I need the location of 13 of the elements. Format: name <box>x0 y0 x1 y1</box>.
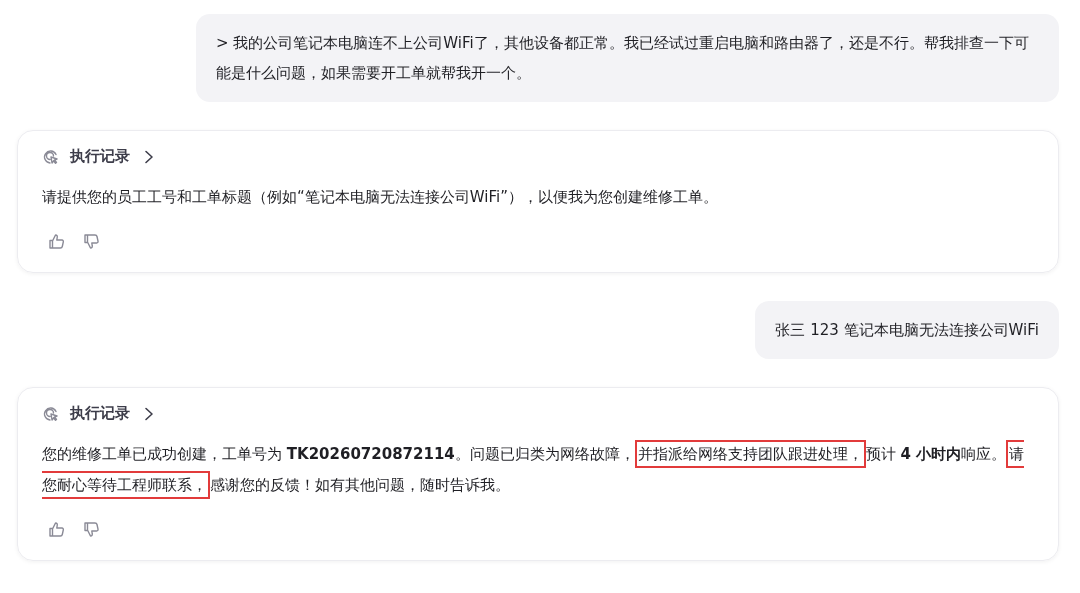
thumbs-down-icon[interactable] <box>83 233 100 250</box>
thumbs-up-icon[interactable] <box>48 521 65 538</box>
user-message: 张三 123 笔记本电脑无法连接公司WiFi <box>755 301 1059 359</box>
cursor-click-icon <box>42 147 60 166</box>
execution-log-link[interactable]: 执行记录 <box>70 147 154 166</box>
execution-log-link[interactable]: 执行记录 <box>70 404 154 423</box>
thumbs-down-icon[interactable] <box>83 521 100 538</box>
chevron-right-icon <box>144 149 154 164</box>
chevron-right-icon <box>144 406 154 421</box>
assistant-message: 请提供您的员工工号和工单标题（例如“笔记本电脑无法连接公司WiFi”），以便我为您创建维修工单。 <box>42 187 719 208</box>
thumbs-up-icon[interactable] <box>48 233 65 250</box>
cursor-click-icon <box>42 404 60 423</box>
user-message: > 我的公司笔记本电脑连不上公司WiFi了，其他设备都正常。我已经试过重启电脑和路由器了，还是不行。帮我排查一下可能是什么问题，如果需要开工单就帮我开一个。 <box>196 14 1059 102</box>
